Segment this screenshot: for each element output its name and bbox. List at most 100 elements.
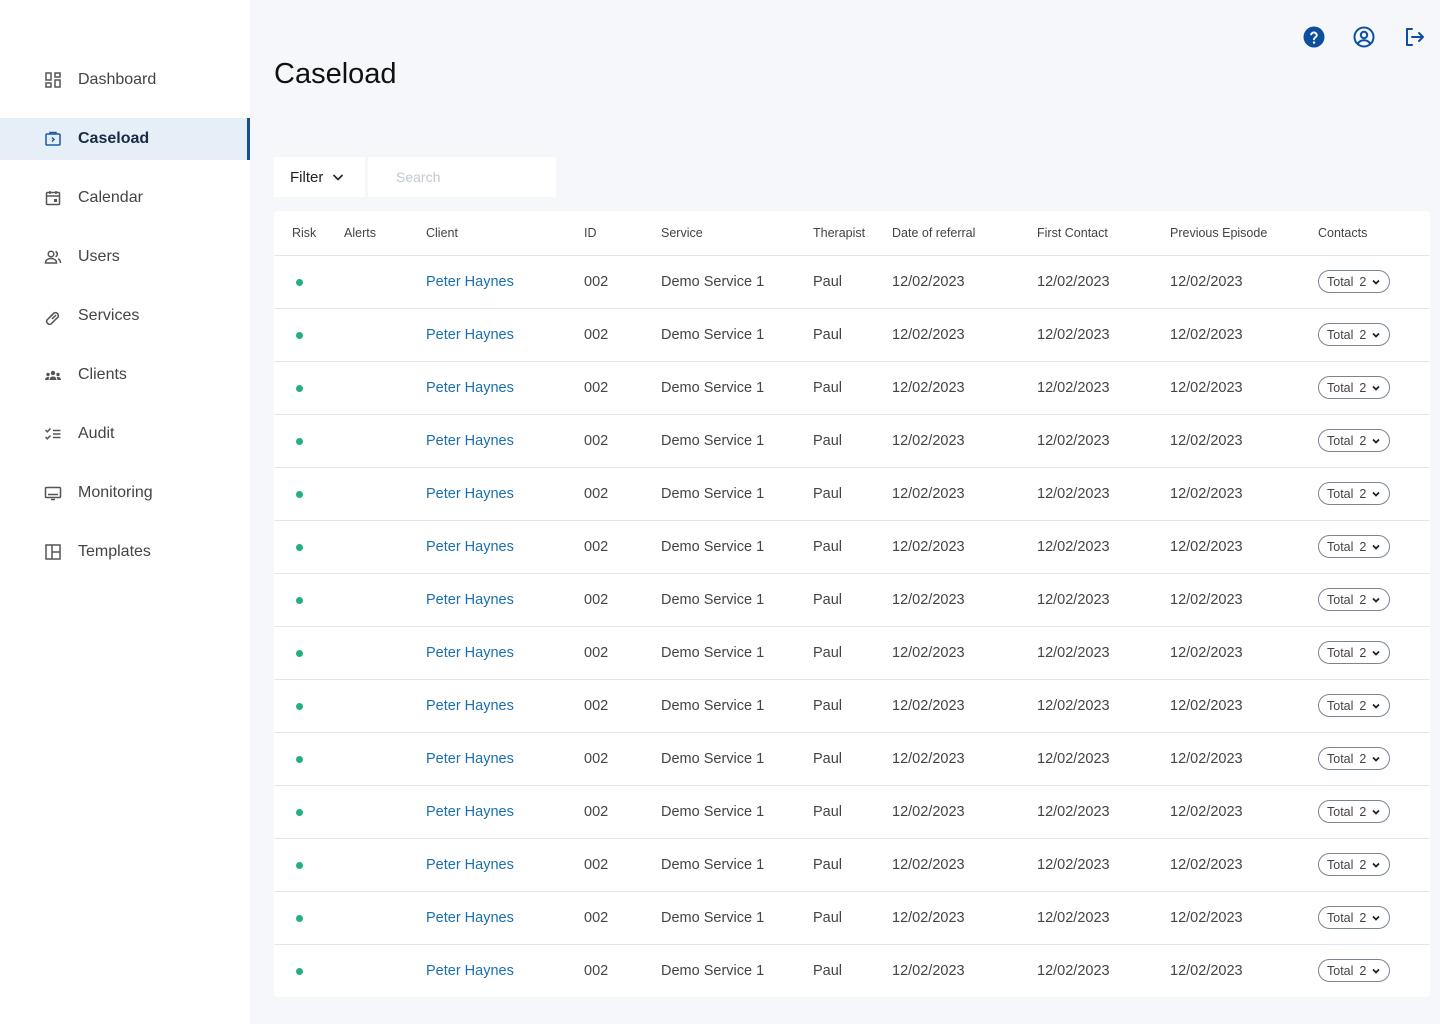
client-link[interactable]: Peter Haynes: [426, 539, 514, 555]
contacts-dropdown[interactable]: Total 2: [1318, 588, 1391, 611]
contacts-dropdown[interactable]: Total 2: [1318, 906, 1391, 929]
risk-indicator: [296, 543, 303, 551]
logout-icon[interactable]: [1402, 25, 1426, 49]
contacts-count: 2: [1359, 433, 1367, 448]
client-link[interactable]: Peter Haynes: [426, 804, 514, 820]
chevron-down-icon: [1372, 544, 1380, 550]
alerts-cell: [344, 944, 426, 997]
contacts-dropdown[interactable]: Total 2: [1318, 694, 1391, 717]
contacts-label: Total: [1327, 327, 1354, 342]
client-link[interactable]: Peter Haynes: [426, 486, 514, 502]
table-row[interactable]: Peter Haynes 002 Demo Service 1 Paul 12/02/2…: [274, 361, 1430, 415]
contacts-dropdown[interactable]: Total 2: [1318, 853, 1391, 876]
table-row[interactable]: Peter Haynes 002 Demo Service 1 Paul 12/02/2…: [274, 944, 1430, 997]
client-cell: Peter Haynes: [426, 838, 584, 892]
referral-date-cell: 12/02/2023: [892, 308, 1037, 362]
search-input[interactable]: [368, 157, 556, 197]
sidebar-item-caseload[interactable]: Caseload: [0, 118, 250, 160]
sidebar-item-services[interactable]: Services: [0, 295, 250, 337]
table-row[interactable]: Peter Haynes 002 Demo Service 1 Paul 12/02/2…: [274, 573, 1430, 627]
client-link[interactable]: Peter Haynes: [426, 380, 514, 396]
service-cell: Demo Service 1: [661, 361, 813, 415]
client-link[interactable]: Peter Haynes: [426, 963, 514, 979]
first-contact-cell: 12/02/2023: [1037, 838, 1170, 892]
contacts-label: Total: [1327, 963, 1354, 978]
referral-date-cell: 12/02/2023: [892, 255, 1037, 309]
account-icon[interactable]: [1352, 25, 1376, 49]
contacts-dropdown[interactable]: Total 2: [1318, 482, 1391, 505]
client-link[interactable]: Peter Haynes: [426, 910, 514, 926]
therapist-cell: Paul: [813, 414, 892, 468]
contacts-dropdown[interactable]: Total 2: [1318, 535, 1391, 558]
risk-indicator: [296, 490, 303, 498]
table-row[interactable]: Peter Haynes 002 Demo Service 1 Paul 12/02/2…: [274, 785, 1430, 839]
sidebar-item-templates[interactable]: Templates: [0, 531, 250, 573]
sidebar: Dashboard Caseload Calendar Users Servic…: [0, 0, 250, 1024]
sidebar-item-monitoring[interactable]: Monitoring: [0, 472, 250, 514]
previous-episode-cell: 12/02/2023: [1170, 891, 1318, 945]
table-row[interactable]: Peter Haynes 002 Demo Service 1 Paul 12/02/2…: [274, 414, 1430, 468]
table-row[interactable]: Peter Haynes 002 Demo Service 1 Paul 12/02/2…: [274, 891, 1430, 945]
contacts-label: Total: [1327, 380, 1354, 395]
client-link[interactable]: Peter Haynes: [426, 751, 514, 767]
column-header-date-of-referral[interactable]: Date of referral: [892, 211, 1037, 256]
referral-date-cell: 12/02/2023: [892, 891, 1037, 945]
referral-date-cell: 12/02/2023: [892, 626, 1037, 680]
risk-cell: [274, 891, 344, 945]
contacts-dropdown[interactable]: Total 2: [1318, 959, 1391, 983]
previous-episode-cell: 12/02/2023: [1170, 838, 1318, 892]
client-link[interactable]: Peter Haynes: [426, 433, 514, 449]
column-header-alerts[interactable]: Alerts: [344, 211, 426, 256]
filter-button[interactable]: Filter: [274, 157, 365, 197]
table-row[interactable]: Peter Haynes 002 Demo Service 1 Paul 12/02/2…: [274, 679, 1430, 733]
risk-indicator: [296, 278, 303, 286]
contacts-dropdown[interactable]: Total 2: [1318, 747, 1391, 770]
contacts-cell: Total 2: [1318, 891, 1430, 945]
contacts-dropdown[interactable]: Total 2: [1318, 429, 1391, 452]
column-header-id[interactable]: ID: [584, 211, 661, 256]
sidebar-item-calendar[interactable]: Calendar: [0, 177, 250, 219]
contacts-dropdown[interactable]: Total 2: [1318, 800, 1391, 823]
client-link[interactable]: Peter Haynes: [426, 592, 514, 608]
client-link[interactable]: Peter Haynes: [426, 274, 514, 290]
id-cell: 002: [584, 838, 661, 892]
first-contact-cell: 12/02/2023: [1037, 573, 1170, 627]
column-header-previous-episode[interactable]: Previous Episode: [1170, 211, 1318, 256]
referral-date-cell: 12/02/2023: [892, 838, 1037, 892]
risk-indicator: [296, 967, 303, 975]
client-link[interactable]: Peter Haynes: [426, 645, 514, 661]
previous-episode-cell: 12/02/2023: [1170, 679, 1318, 733]
contacts-dropdown[interactable]: Total 2: [1318, 641, 1391, 664]
column-header-therapist[interactable]: Therapist: [813, 211, 892, 256]
client-link[interactable]: Peter Haynes: [426, 698, 514, 714]
referral-date-cell: 12/02/2023: [892, 962, 965, 979]
table-row[interactable]: Peter Haynes 002 Demo Service 1 Paul 12/02/2…: [274, 838, 1430, 892]
contacts-count: 2: [1359, 592, 1367, 607]
sidebar-item-audit[interactable]: Audit: [0, 413, 250, 455]
table-row[interactable]: Peter Haynes 002 Demo Service 1 Paul 12/02/2…: [274, 308, 1430, 362]
sidebar-item-label: Calendar: [78, 189, 143, 206]
column-header-client[interactable]: Client: [426, 211, 584, 256]
table-row[interactable]: Peter Haynes 002 Demo Service 1 Paul 12/02/2…: [274, 520, 1430, 574]
table-row[interactable]: Peter Haynes 002 Demo Service 1 Paul 12/02/2…: [274, 626, 1430, 680]
client-link[interactable]: Peter Haynes: [426, 857, 514, 873]
id-cell: 002: [584, 732, 661, 786]
sidebar-item-users[interactable]: Users: [0, 236, 250, 278]
column-header-service[interactable]: Service: [661, 211, 813, 256]
contacts-dropdown[interactable]: Total 2: [1318, 323, 1391, 346]
table-row[interactable]: Peter Haynes 002 Demo Service 1 Paul 12/02/2…: [274, 732, 1430, 786]
sidebar-item-dashboard[interactable]: Dashboard: [0, 59, 250, 101]
table-row[interactable]: Peter Haynes 002 Demo Service 1 Paul 12/02/2…: [274, 255, 1430, 309]
help-icon[interactable]: [1302, 25, 1326, 49]
risk-cell: [274, 361, 344, 415]
sidebar-item-clients[interactable]: Clients: [0, 354, 250, 396]
column-header-first-contact[interactable]: First Contact: [1037, 211, 1170, 256]
client-link[interactable]: Peter Haynes: [426, 327, 514, 343]
contacts-dropdown[interactable]: Total 2: [1318, 376, 1391, 399]
chevron-down-icon: [1372, 332, 1380, 338]
column-header-contacts[interactable]: Contacts: [1318, 211, 1430, 256]
contacts-dropdown[interactable]: Total 2: [1318, 270, 1391, 293]
chevron-down-icon: [333, 174, 344, 181]
table-row[interactable]: Peter Haynes 002 Demo Service 1 Paul 12/02/2…: [274, 467, 1430, 521]
column-header-risk[interactable]: Risk: [274, 211, 344, 256]
